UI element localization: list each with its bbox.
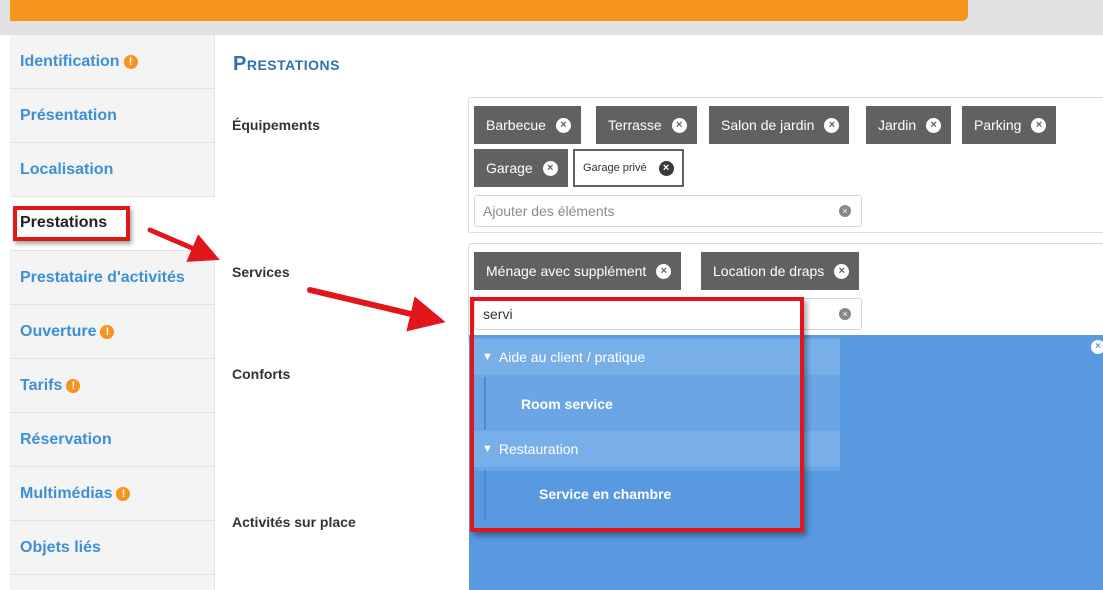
annotation-arrows — [147, 227, 446, 332]
arrow-to-dropdown — [307, 287, 446, 332]
arrow-to-services — [147, 227, 220, 262]
page: Identification ! Présentation Localisati… — [0, 0, 1103, 590]
